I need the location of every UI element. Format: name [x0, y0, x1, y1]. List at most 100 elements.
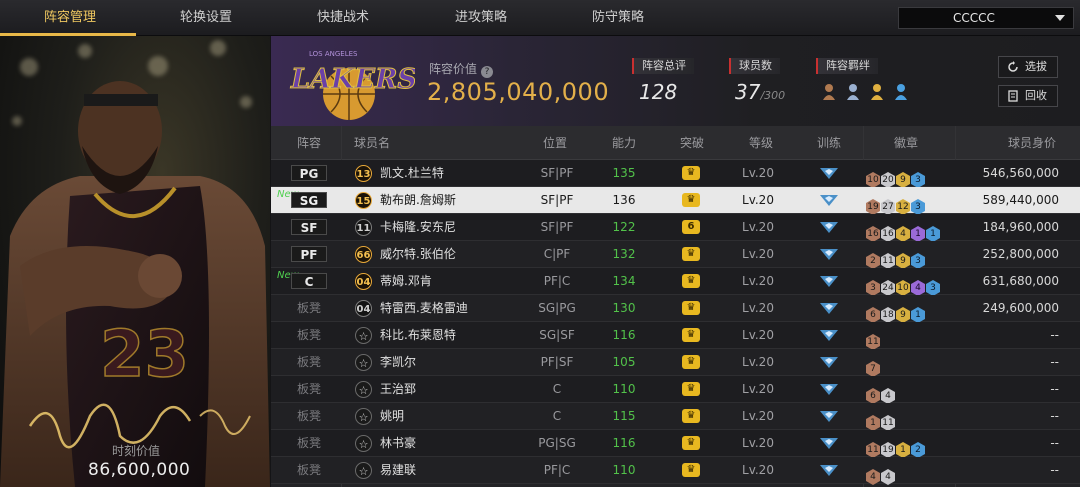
breakthrough-crown-icon[interactable]: ♛ [682, 247, 700, 261]
badge-list[interactable]: 44 [866, 462, 896, 487]
slot-position[interactable]: SF [291, 219, 327, 235]
slot-position[interactable]: C [291, 273, 327, 289]
breakthrough-crown-icon[interactable]: ♛ [682, 301, 700, 315]
badge-bronze: 2 [866, 253, 880, 269]
training-icon[interactable] [819, 463, 839, 477]
breakthrough-crown-icon[interactable]: ♛ [682, 436, 700, 450]
table-row[interactable]: PF 66 威尔特.张伯伦 C|PF 132 ♛ Lv.20 2 11 9 3 252,800,000 [271, 241, 1080, 269]
col-breakthrough: 突破 [680, 136, 705, 150]
player-name: 威尔特.张伯伦 [380, 247, 456, 261]
player-salary: -- [1050, 355, 1059, 369]
player-level: Lv.20 [742, 193, 774, 207]
training-icon[interactable] [819, 193, 839, 207]
player-portrait-card[interactable]: 23 时刻价值 86,600,000 [0, 36, 270, 487]
training-icon[interactable] [819, 355, 839, 369]
table-row[interactable]: SF 11 卡梅隆.安东尼 SF|PF 122 6 Lv.20 16 16 4 1 1 184,960,… [271, 214, 1080, 242]
tab-rotation[interactable]: 轮换设置 [136, 0, 276, 36]
breakthrough-crown-icon[interactable]: ♛ [682, 328, 700, 342]
table-row[interactable]: New C 04 蒂姆.邓肯 PF|C 134 ♛ Lv.20 3 24 10 4 3 631,680,0… [271, 268, 1080, 296]
table-row[interactable]: 板凳 ☆ 林书豪 PG|SG 116 ♛ Lv.20 11 19 1 2 -- [271, 430, 1080, 458]
training-icon[interactable] [819, 328, 839, 342]
training-icon[interactable] [819, 436, 839, 450]
table-row[interactable]: 板凳 04 特雷西.麦格雷迪 SG|PG 130 ♛ Lv.20 6 18 9 1 249,600,0… [271, 295, 1080, 323]
help-icon[interactable]: ? [481, 66, 494, 78]
breakthrough-crown-icon[interactable]: ♛ [682, 382, 700, 396]
player-salary: -- [1050, 436, 1059, 450]
pick-button-label: 选拔 [1025, 60, 1047, 73]
team-bond-icons[interactable] [821, 82, 917, 102]
player-position: SG|SF [539, 328, 575, 342]
breakthrough-crown-icon[interactable]: ♛ [682, 274, 700, 288]
player-name: 李凯尔 [380, 355, 417, 369]
player-position: SG|PG [538, 301, 576, 315]
badge-bronze: 19 [866, 199, 880, 215]
table-row[interactable]: 板凳 ☆ 姚明 C 115 ♛ Lv.20 1 11 -- [271, 403, 1080, 431]
player-name: 易建联 [380, 463, 417, 477]
slot-position[interactable]: SG [291, 192, 327, 208]
table-row[interactable]: New SG 15 勒布朗.詹姆斯 SF|PF 136 ♛ Lv.20 19 27 12 3 589,4… [271, 187, 1080, 215]
grade-icon: 11 [355, 219, 372, 236]
table-row[interactable]: 板凳 ☆ 易建联 PF|C 110 ♛ Lv.20 4 4 -- [271, 457, 1080, 487]
player-count: 37/300 [735, 80, 786, 104]
table-row[interactable]: 板凳 ☆ 科比.布莱恩特 SG|SF 116 ♛ Lv.20 11 -- [271, 322, 1080, 350]
recycle-button[interactable]: 回收 [998, 85, 1058, 107]
slot-position[interactable]: PF [291, 246, 327, 262]
training-icon[interactable] [819, 382, 839, 396]
team-bond-label: 阵容羁绊 [816, 58, 878, 74]
breakthrough-crown-icon[interactable]: ♛ [682, 409, 700, 423]
col-ability: 能力 [612, 136, 637, 150]
tab-defense[interactable]: 防守策略 [548, 0, 688, 36]
badge-silver: 18 [881, 307, 895, 323]
player-salary: 184,960,000 [982, 220, 1059, 234]
badge-bronze: 1 [866, 415, 880, 431]
player-name: 林书豪 [380, 436, 417, 450]
player-position: SF|PF [540, 193, 574, 207]
player-salary: -- [1050, 463, 1059, 477]
badge-gold: 1 [896, 442, 910, 458]
team-select[interactable]: CCCCC [898, 7, 1074, 29]
top-nav: 阵容管理 轮换设置 快捷战术 进攻策略 防守策略 CCCCC [0, 0, 1080, 36]
tab-offense[interactable]: 进攻策略 [411, 0, 551, 36]
breakthrough-crown-icon[interactable]: 6 [682, 220, 700, 234]
table-row[interactable]: 板凳 ☆ 李凯尔 PF|SF 105 ♛ Lv.20 7 -- [271, 349, 1080, 377]
slot-bench-label: 板凳 [297, 301, 322, 315]
player-position: SF|PF [540, 166, 574, 180]
player-ability: 122 [612, 220, 636, 234]
player-ability: 110 [612, 463, 636, 477]
player-level: Lv.20 [742, 328, 774, 342]
player-level: Lv.20 [742, 463, 774, 477]
grade-icon: 04 [355, 300, 372, 317]
grade-icon: 13 [355, 165, 372, 182]
recycle-icon [1008, 90, 1018, 102]
team-rating: 128 [639, 80, 678, 104]
training-icon[interactable] [819, 166, 839, 180]
badge-purple: 1 [911, 226, 925, 242]
training-icon[interactable] [819, 247, 839, 261]
player-salary: 546,560,000 [982, 166, 1059, 180]
badge-blue: 3 [926, 280, 940, 296]
table-row[interactable]: PG 13 凯文.杜兰特 SF|PF 135 ♛ Lv.20 10 20 9 3 546,560,00… [271, 160, 1080, 188]
breakthrough-crown-icon[interactable]: ♛ [682, 166, 700, 180]
svg-text:LOS ANGELES: LOS ANGELES [309, 50, 358, 58]
badge-blue: 1 [911, 307, 925, 323]
badge-gold: 4 [896, 226, 910, 242]
table-row[interactable]: 板凳 ☆ 王治郅 C 110 ♛ Lv.20 6 4 -- [271, 376, 1080, 404]
tab-quick-tactics[interactable]: 快捷战术 [273, 0, 413, 36]
training-icon[interactable] [819, 274, 839, 288]
breakthrough-crown-icon[interactable]: ♛ [682, 355, 700, 369]
badge-bronze: 10 [866, 172, 880, 188]
training-icon[interactable] [819, 220, 839, 234]
badge-silver: 4 [881, 388, 895, 404]
tab-lineup[interactable]: 阵容管理 [0, 0, 140, 36]
grade-icon: ☆ [355, 435, 372, 452]
pick-button[interactable]: 选拔 [998, 56, 1058, 78]
slot-bench-label: 板凳 [297, 355, 322, 369]
player-salary: -- [1050, 382, 1059, 396]
training-icon[interactable] [819, 409, 839, 423]
training-icon[interactable] [819, 301, 839, 315]
breakthrough-crown-icon[interactable]: ♛ [682, 193, 700, 207]
refresh-icon [1008, 61, 1018, 72]
breakthrough-crown-icon[interactable]: ♛ [682, 463, 700, 477]
player-position: PG|SG [538, 436, 576, 450]
slot-position[interactable]: PG [291, 165, 327, 181]
